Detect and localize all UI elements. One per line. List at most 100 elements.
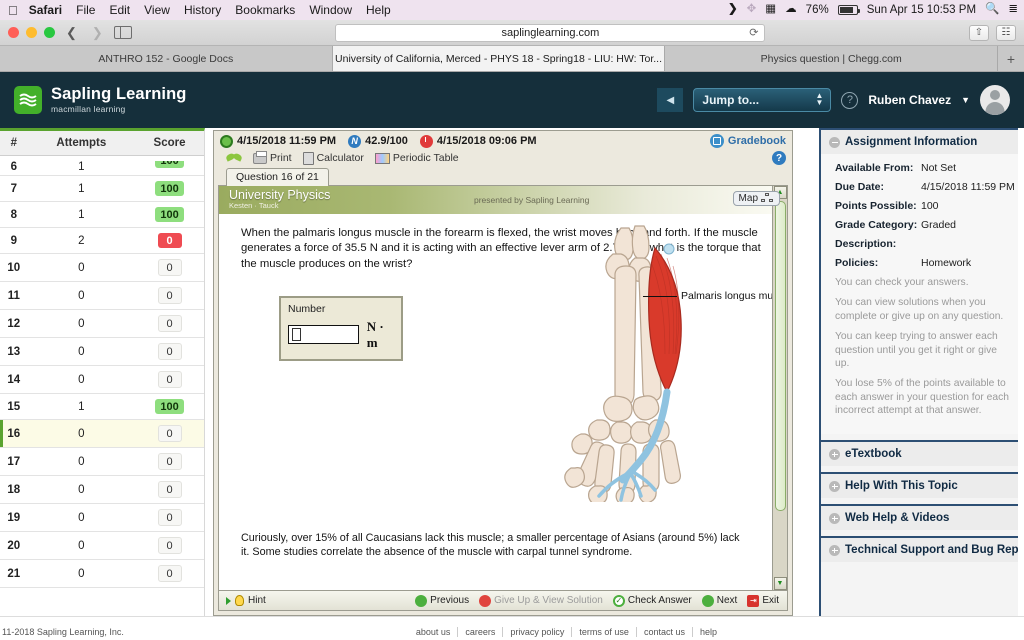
panel-help-icon[interactable]: ? — [772, 151, 786, 165]
question-tab[interactable]: Question 16 of 21 — [226, 168, 329, 186]
browser-tab-1[interactable]: ANTHRO 152 - Google Docs — [0, 46, 333, 71]
next-button[interactable]: Next — [701, 594, 737, 607]
score-badge: 100 — [155, 161, 184, 168]
periodic-table-button[interactable]: Periodic Table — [374, 152, 459, 164]
scrollbar-thumb[interactable] — [774, 201, 786, 511]
footer-link[interactable]: about us — [409, 627, 458, 637]
periodic-table-icon — [374, 152, 390, 164]
reload-icon[interactable]: ⟳ — [749, 26, 758, 39]
section-web-help-videos[interactable]: Web Help & Videos — [821, 504, 1018, 531]
sapling-leaf-logo-icon[interactable] — [14, 86, 42, 114]
menu-item-window[interactable]: Window — [309, 3, 352, 17]
info-row: Policies: Homework — [835, 257, 1010, 269]
window-zoom-button[interactable] — [44, 27, 55, 38]
section-help-with-this-topic[interactable]: Help With This Topic — [821, 472, 1018, 499]
user-menu-label[interactable]: Ruben Chavez — [868, 93, 951, 107]
footer-link[interactable]: contact us — [635, 626, 692, 637]
table-row[interactable]: 7 1 100 — [0, 175, 204, 202]
table-row[interactable]: 17 0 0 — [0, 447, 204, 476]
share-button[interactable]: ⇧ — [969, 24, 989, 41]
menu-item-bookmarks[interactable]: Bookmarks — [235, 3, 295, 17]
calculator-button[interactable]: Calculator — [302, 151, 364, 165]
cell-attempts: 0 — [27, 365, 136, 394]
apple-logo-icon[interactable]:  — [8, 3, 18, 18]
battery-icon[interactable] — [837, 5, 860, 15]
footer-link[interactable]: terms of use — [571, 626, 636, 637]
table-row[interactable]: 12 0 0 — [0, 309, 204, 338]
search-icon[interactable]: 🔍 — [985, 4, 999, 16]
control-center-icon[interactable]: ≣ — [1008, 4, 1018, 16]
table-row[interactable]: 16 0 0 — [0, 419, 204, 448]
score-label: 42.9/100 — [365, 135, 408, 147]
print-button[interactable]: Print — [253, 150, 292, 164]
jump-to-select[interactable]: Jump to... ▲ ▼ — [693, 88, 832, 112]
answer-input[interactable] — [288, 325, 359, 345]
previous-button[interactable]: Previous — [415, 594, 469, 607]
help-icon[interactable]: ? — [841, 91, 859, 109]
avatar[interactable] — [980, 85, 1010, 115]
table-row[interactable]: 10 0 0 — [0, 253, 204, 282]
menu-item-safari[interactable]: Safari — [29, 3, 62, 17]
cell-question-number: 13 — [0, 337, 28, 366]
assignment-information-header[interactable]: Assignment Information — [821, 128, 1018, 154]
sidebar-toggle-icon[interactable] — [113, 26, 132, 39]
new-tab-button[interactable]: + — [998, 46, 1024, 71]
table-row[interactable]: 18 0 0 — [0, 475, 204, 504]
footer-link[interactable]: careers — [457, 626, 502, 637]
wifi-icon[interactable]: ☁ — [785, 4, 797, 16]
cell-attempts: 0 — [27, 475, 136, 504]
question-scrollbar[interactable]: ▲ ▼ — [772, 186, 787, 590]
menu-item-view[interactable]: View — [144, 3, 170, 17]
table-row[interactable]: 19 0 0 — [0, 503, 204, 532]
menu-item-edit[interactable]: Edit — [109, 3, 130, 17]
chevron-updown-icon: ▲ ▼ — [815, 91, 824, 107]
window-minimize-button[interactable] — [26, 27, 37, 38]
table-row[interactable]: 14 0 0 — [0, 365, 204, 394]
back-button[interactable]: ❮ — [62, 25, 81, 41]
table-row[interactable]: 92 0 — [0, 227, 204, 254]
forward-button[interactable]: ❯ — [88, 25, 107, 41]
browser-tab-2-active[interactable]: University of California, Merced - PHYS … — [332, 46, 666, 71]
hint-button[interactable]: Hint — [219, 595, 266, 606]
bluetooth-icon[interactable]: ✥ — [747, 4, 757, 16]
table-row[interactable]: 13 0 0 — [0, 337, 204, 366]
browser-tab-3[interactable]: Physics question | Chegg.com — [665, 46, 999, 71]
menu-item-file[interactable]: File — [76, 3, 95, 17]
textbook-title: University Physics — [229, 187, 331, 202]
footer-link[interactable]: privacy policy — [502, 626, 571, 637]
keyboard-icon[interactable]: ▦ — [765, 4, 776, 16]
section-technical-support[interactable]: Technical Support and Bug Reporting — [821, 536, 1018, 563]
chevron-right-icon[interactable]: ❯ — [728, 4, 738, 16]
address-bar[interactable]: saplinglearning.com ⟳ — [335, 23, 766, 42]
section-etextbook[interactable]: eTextbook — [821, 440, 1018, 467]
window-close-button[interactable] — [8, 27, 19, 38]
give-up-button[interactable]: Give Up & View Solution — [479, 594, 603, 607]
score-badge: 100 — [155, 181, 184, 196]
map-button[interactable]: Map — [732, 191, 780, 206]
menu-item-history[interactable]: History — [184, 3, 221, 17]
tab-overview-button[interactable]: ☷ — [996, 24, 1016, 41]
score-badge: 100 — [155, 399, 184, 414]
table-row[interactable]: 15 1 100 — [0, 393, 204, 420]
cell-score: 0 — [135, 309, 204, 338]
footer-link[interactable]: help — [691, 626, 724, 637]
table-row[interactable]: 8 1 100 — [0, 201, 204, 228]
scroll-down-arrow-icon[interactable]: ▼ — [773, 577, 787, 590]
print-label: Print — [270, 152, 292, 164]
question-scroll-area: University Physics Kesten · Tauck presen… — [219, 186, 787, 590]
chevron-down-icon[interactable]: ▼ — [961, 95, 970, 105]
cell-score: 0 — [135, 337, 204, 366]
table-row[interactable]: 11 0 0 — [0, 281, 204, 310]
menu-item-help[interactable]: Help — [366, 3, 391, 17]
table-row[interactable]: 61 100 — [0, 155, 204, 176]
check-answer-button[interactable]: Check Answer — [612, 594, 692, 607]
collapse-left-arrow-icon[interactable]: ◀ — [657, 88, 684, 112]
gradebook-link[interactable]: Gradebook — [709, 134, 786, 148]
clock-label[interactable]: Sun Apr 15 10:53 PM — [867, 4, 976, 16]
table-row[interactable]: 21 0 0 — [0, 559, 204, 588]
exit-button[interactable]: ⇥ Exit — [747, 594, 779, 607]
score-badge: 0 — [157, 233, 182, 248]
textbook-authors: Kesten · Tauck — [229, 201, 279, 211]
table-row[interactable]: 20 0 0 — [0, 531, 204, 560]
main-content-area: # Attempts Score 61100711008110092010001… — [0, 128, 1024, 616]
